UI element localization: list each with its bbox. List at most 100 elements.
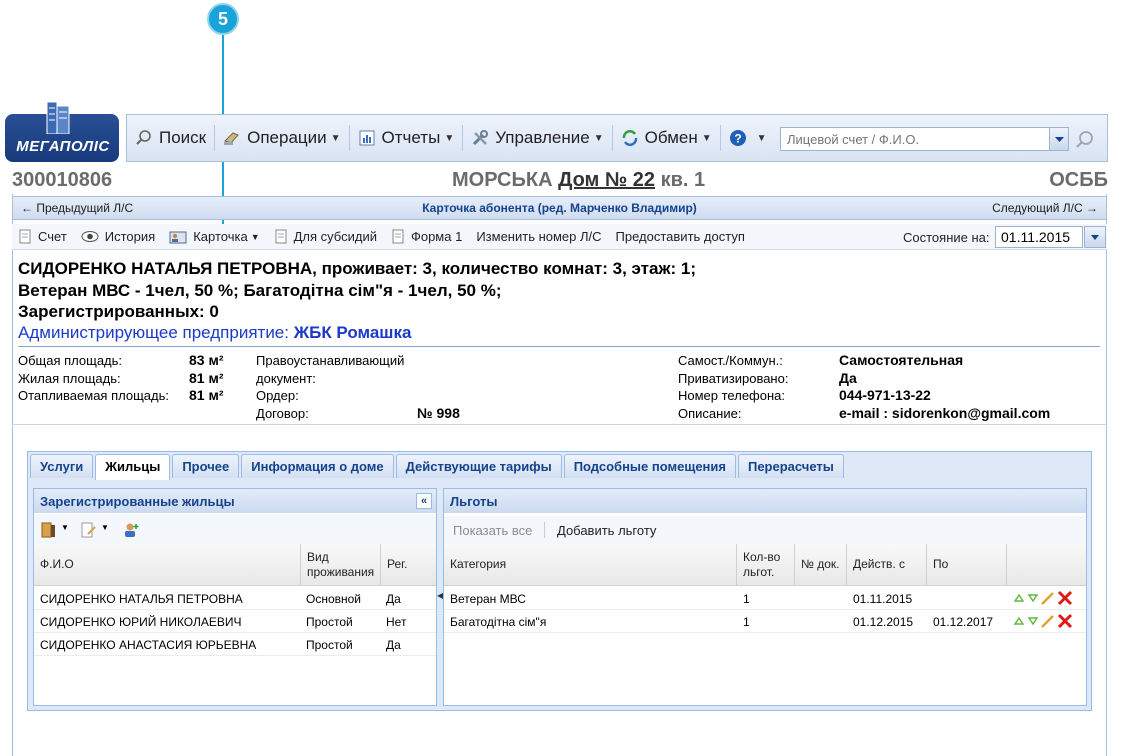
contract-label: Договор: [256, 406, 309, 421]
card-menu-label: Карточка [193, 229, 248, 244]
change-account-number-button[interactable]: Изменить номер Л/С [476, 229, 601, 244]
tab-tariffs[interactable]: Действующие тарифы [395, 454, 562, 478]
management-menu[interactable]: Управление ▼ [463, 123, 611, 153]
benefit-valid-to: 01.12.2017 [933, 615, 994, 629]
tab-services[interactable]: Услуги [30, 454, 94, 478]
table-row[interactable]: Багатодітна сім"я 1 01.12.2015 01.12.201… [444, 610, 1086, 633]
edit-pencil-icon[interactable] [1040, 590, 1056, 606]
add-benefit-button[interactable]: Добавить льготу [557, 523, 656, 538]
form1-button[interactable]: Форма 1 [391, 229, 462, 244]
history-button[interactable]: История [81, 229, 155, 244]
tab-house-info[interactable]: Информация о доме [241, 454, 394, 478]
search-button[interactable]: Поиск [127, 123, 214, 153]
apartment: кв. 1 [660, 169, 706, 191]
benefit-count: 1 [743, 592, 750, 606]
table-row[interactable]: СИДОРЕНКО НАТАЛЬЯ ПЕТРОВНА Основной Да [34, 587, 436, 610]
move-down-icon[interactable] [1026, 614, 1040, 628]
report-chart-icon [359, 130, 375, 146]
grant-access-label: Предоставить доступ [615, 229, 745, 244]
operations-menu[interactable]: Операции ▼ [215, 123, 348, 153]
door-icon[interactable] [40, 522, 58, 538]
account-search-input[interactable] [780, 127, 1069, 151]
reports-menu-label: Отчеты [381, 128, 441, 147]
dropdown-arrow-icon: ▼ [593, 132, 604, 144]
resident-registered: Да [386, 592, 401, 606]
magnifier-icon [136, 130, 151, 145]
state-date-field[interactable]: 01.11.2015 [995, 226, 1083, 248]
state-date-dropdown[interactable] [1084, 226, 1106, 248]
show-all-button[interactable]: Показать все [453, 523, 532, 538]
living-area-label: Жилая площадь: [18, 371, 121, 386]
card-menu[interactable]: Карточка ▼ [169, 229, 260, 244]
dropdown-arrow-icon: ▼ [756, 132, 767, 144]
delete-icon[interactable] [1056, 612, 1074, 630]
move-down-icon[interactable] [1026, 591, 1040, 605]
resident-registered: Да [386, 638, 401, 652]
tab-bar: Услуги Жильцы Прочее Информация о доме Д… [30, 454, 846, 480]
add-user-icon[interactable] [122, 522, 140, 538]
benefits-summary: Ветеран МВС - 1чел, 50 %; Багатодітна сі… [18, 281, 502, 300]
move-up-icon[interactable] [1012, 591, 1026, 605]
dropdown-arrow-icon: ▼ [701, 132, 712, 144]
previous-account-link[interactable]: ← Предыдущий Л/С [21, 201, 133, 215]
delete-icon[interactable] [1056, 589, 1074, 607]
table-row[interactable]: СИДОРЕНКО ЮРИЙ НИКОЛАЕВИЧ Простой Нет [34, 610, 436, 633]
total-area-value: 83 м² [189, 352, 224, 368]
dropdown-arrow-icon: ▼ [330, 132, 341, 144]
self-communal-label: Самост./Коммун.: [678, 353, 783, 368]
tab-recalculations[interactable]: Перерасчеты [737, 454, 844, 478]
column-header-name[interactable]: Ф.И.О [34, 544, 300, 585]
help-menu[interactable]: ? ▼ [721, 123, 775, 153]
next-account-link[interactable]: Следующий Л/С → [992, 201, 1098, 215]
column-header-count[interactable]: Кол-во льгот. [736, 544, 794, 585]
logo-text: МЕГАПОЛІС [16, 138, 110, 155]
column-header-doc-number[interactable]: № док. [794, 544, 846, 585]
residents-grid-header: Ф.И.О Вид проживания Рег. [34, 544, 436, 586]
column-header-category[interactable]: Категория [444, 544, 736, 585]
self-communal-value: Самостоятельная [839, 352, 964, 368]
tab-auxiliary-rooms[interactable]: Подсобные помещения [563, 454, 736, 478]
dropdown-arrow-icon[interactable]: ▼ [61, 523, 69, 532]
table-row[interactable]: Ветеран МВС 1 01.11.2015 [444, 587, 1086, 610]
column-header-residence-type[interactable]: Вид проживания [300, 544, 380, 585]
column-header-registered[interactable]: Рег. [380, 544, 436, 585]
move-up-icon[interactable] [1012, 614, 1026, 628]
reports-menu[interactable]: Отчеты ▼ [350, 123, 463, 153]
resident-name: СИДОРЕНКО НАТАЛЬЯ ПЕТРОВНА [40, 592, 243, 606]
search-go-icon[interactable] [1074, 129, 1096, 151]
account-button[interactable]: Счет [18, 229, 67, 244]
order-label: Ордер: [256, 388, 299, 403]
house-link[interactable]: Дом № 22 [558, 169, 655, 191]
benefit-category: Ветеран МВС [450, 592, 526, 606]
search-dropdown-button[interactable] [1049, 128, 1068, 150]
management-menu-label: Управление [495, 128, 590, 147]
table-row[interactable]: СИДОРЕНКО АНАСТАСИЯ ЮРЬЕВНА Простой Да [34, 633, 436, 656]
description-label: Описание: [678, 406, 742, 421]
exchange-menu[interactable]: Обмен ▼ [613, 123, 720, 153]
resident-name: СИДОРЕНКО АНАСТАСИЯ ЮРЬЕВНА [40, 638, 257, 652]
dropdown-arrow-icon[interactable]: ▼ [101, 523, 109, 532]
edit-pencil-icon[interactable] [1040, 613, 1056, 629]
tab-residents[interactable]: Жильцы [95, 454, 171, 480]
heated-area-value: 81 м² [189, 387, 224, 403]
column-header-valid-from[interactable]: Действ. с [846, 544, 926, 585]
dropdown-arrow-icon: ▼ [250, 231, 260, 242]
title-document-label-2: документ: [256, 371, 316, 386]
card-title: Карточка абонента (ред. Марченко Владими… [422, 201, 697, 215]
divider [12, 424, 1107, 425]
document-icon [275, 229, 287, 244]
edit-document-icon[interactable] [80, 522, 98, 538]
chevron-down-icon [1091, 235, 1099, 240]
street-name: МОРСЬКА [452, 169, 553, 191]
column-header-actions [1006, 544, 1086, 585]
tab-other[interactable]: Прочее [172, 454, 240, 478]
card-nav-bar: Карточка абонента (ред. Марченко Владими… [12, 196, 1107, 220]
column-header-valid-to[interactable]: По [926, 544, 1006, 585]
subsidies-button[interactable]: Для субсидий [274, 229, 377, 244]
registered-count: Зарегистрированных: 0 [18, 302, 219, 321]
collapse-panel-button[interactable]: « [416, 493, 432, 509]
logo: МЕГАПОЛІС [5, 100, 119, 162]
divider [18, 346, 1100, 347]
phone-label: Номер телефона: [678, 388, 785, 403]
grant-access-button[interactable]: Предоставить доступ [616, 229, 745, 244]
